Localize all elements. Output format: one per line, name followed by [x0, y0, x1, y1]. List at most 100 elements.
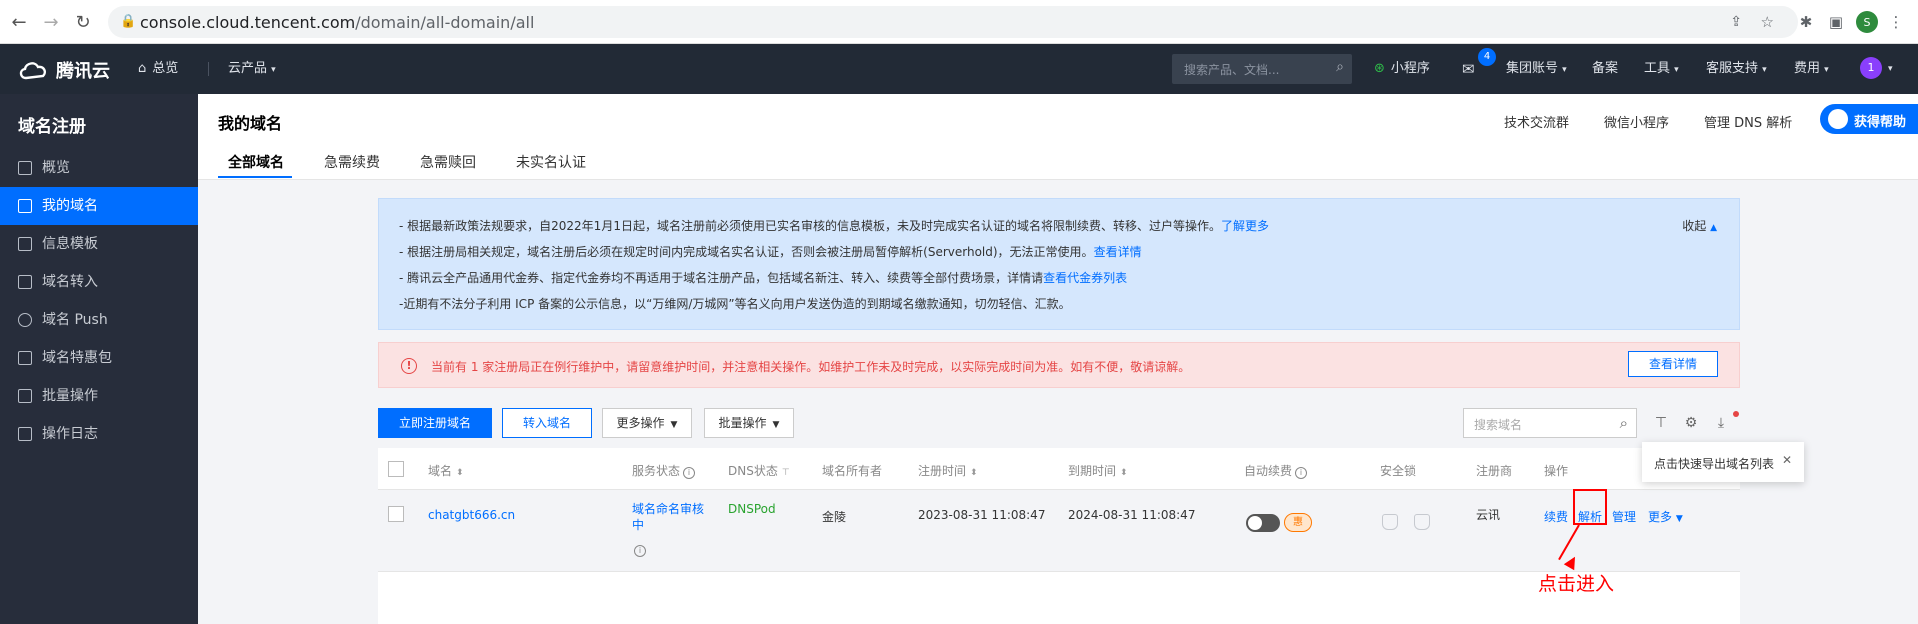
auto-renew-toggle[interactable]: [1246, 514, 1280, 532]
info-icon[interactable]: i: [683, 467, 696, 479]
filter-icon[interactable]: ⊤: [1652, 414, 1670, 432]
collapse-toggle[interactable]: 收起 ▲: [1682, 217, 1717, 234]
active-tab-indicator: [218, 176, 292, 178]
reload-icon[interactable]: ↻: [72, 11, 94, 33]
highlight-box: [1573, 489, 1607, 525]
chevron-up-icon: ▲: [1710, 223, 1717, 233]
sidebar-item-my-domains[interactable]: 我的域名: [0, 187, 198, 225]
service-status-line1[interactable]: 域名命名审核: [632, 500, 704, 517]
nav-products[interactable]: 云产品 ▾: [228, 44, 276, 94]
col-reg-time[interactable]: 注册时间 ⬍: [918, 462, 978, 479]
col-reg-time-label: 注册时间: [918, 464, 967, 478]
renew-action[interactable]: 续费: [1544, 508, 1568, 525]
col-dns-status[interactable]: DNS状态 ⊤: [728, 462, 790, 479]
alert-icon: !: [401, 358, 417, 374]
nav-beian[interactable]: 备案: [1592, 44, 1618, 94]
global-search-input[interactable]: 搜索产品、文档... ⌕: [1172, 54, 1352, 84]
tab-redeem-urgent[interactable]: 急需赎回: [420, 152, 476, 172]
miniprogram-icon: ⊛: [1374, 61, 1385, 76]
manage-action[interactable]: 管理: [1612, 508, 1636, 525]
caret-down-icon: ▼: [1675, 514, 1683, 524]
transfer-domain-button[interactable]: 转入域名: [502, 408, 592, 438]
status-info[interactable]: i: [634, 542, 646, 557]
chevron-down-icon: ▾: [271, 65, 276, 75]
col-exp-time-label: 到期时间: [1068, 464, 1117, 478]
chevron-down-icon: ▾: [1824, 65, 1829, 75]
col-exp-time[interactable]: 到期时间 ⬍: [1068, 462, 1128, 479]
nav-fees[interactable]: 费用 ▾: [1794, 44, 1829, 94]
share-icon[interactable]: ⇪: [1730, 14, 1742, 30]
download-icon[interactable]: ⤓: [1712, 414, 1730, 432]
sidebar-item-packages[interactable]: 域名特惠包: [0, 339, 198, 377]
service-status-line2[interactable]: 中: [632, 516, 644, 533]
lock-icon: 🔒: [120, 14, 137, 29]
select-all-checkbox[interactable]: [388, 461, 404, 477]
user-avatar[interactable]: 1: [1860, 57, 1882, 79]
col-domain-label: 域名: [428, 464, 453, 478]
more-action[interactable]: 更多 ▼: [1648, 508, 1683, 525]
bookmark-star-icon[interactable]: ☆: [1761, 13, 1774, 31]
shield-check-icon[interactable]: [1414, 514, 1430, 530]
brand-logo[interactable]: 腾讯云: [18, 57, 110, 83]
shield-lock-icon[interactable]: [1382, 514, 1398, 530]
mail-icon[interactable]: ✉: [1462, 44, 1475, 94]
tab-unverified[interactable]: 未实名认证: [516, 152, 586, 172]
more-ops-dropdown[interactable]: 更多操作 ▼: [602, 408, 692, 438]
learn-more-link[interactable]: 了解更多: [1221, 219, 1269, 233]
sidepanel-icon[interactable]: ▣: [1826, 12, 1846, 32]
back-icon[interactable]: ←: [8, 11, 30, 33]
info-icon[interactable]: i: [634, 545, 646, 557]
warning-text: 当前有 1 家注册局正在例行维护中，请留意维护时间，并注意相关操作。如维护工作未…: [431, 360, 1191, 374]
grid-icon: [18, 161, 32, 175]
get-help-button[interactable]: 获得帮助: [1820, 104, 1918, 134]
profile-avatar[interactable]: S: [1856, 11, 1878, 33]
sidebar-item-batch[interactable]: 批量操作: [0, 377, 198, 415]
tooltip-text: 点击快速导出域名列表: [1654, 457, 1775, 471]
col-domain[interactable]: 域名 ⬍: [428, 462, 464, 479]
user-chevron-icon[interactable]: ▾: [1888, 44, 1893, 94]
col-actions: 操作: [1544, 464, 1569, 478]
forward-icon[interactable]: →: [40, 11, 62, 33]
settings-gear-icon[interactable]: ⚙: [1682, 414, 1700, 432]
sidebar-item-logs[interactable]: 操作日志: [0, 415, 198, 453]
domain-search-input[interactable]: 搜索域名 ⌕: [1463, 408, 1637, 438]
caret-down-icon: ▼: [670, 420, 678, 430]
nav-fees-label: 费用: [1794, 61, 1821, 76]
search-icon[interactable]: ⌕: [1620, 414, 1628, 432]
sidebar-item-overview[interactable]: 概览: [0, 149, 198, 187]
sidebar-item-label: 域名特惠包: [42, 350, 112, 366]
link-wechat-miniprogram[interactable]: 微信小程序: [1604, 112, 1669, 131]
sidebar-item-transfer-in[interactable]: 域名转入: [0, 263, 198, 301]
menu-dots-icon[interactable]: ⋮: [1886, 12, 1906, 32]
extensions-icon[interactable]: ✱: [1796, 12, 1816, 32]
col-service-status-label: 服务状态: [632, 464, 681, 478]
tab-all-domains[interactable]: 全部域名: [228, 152, 284, 172]
sidebar-item-label: 批量操作: [42, 388, 98, 404]
batch-ops-label: 批量操作: [718, 416, 767, 430]
page-header: 我的域名 全部域名 急需续费 急需赎回 未实名认证 技术交流群 微信小程序 管理…: [198, 94, 1918, 180]
nav-group-account[interactable]: 集团账号 ▾: [1506, 44, 1567, 94]
tab-renew-urgent[interactable]: 急需续费: [324, 152, 380, 172]
sidebar-item-label: 信息模板: [42, 236, 98, 252]
close-icon[interactable]: ✕: [1782, 453, 1792, 467]
sidebar-item-push[interactable]: 域名 Push: [0, 301, 198, 339]
nav-support[interactable]: 客服支持 ▾: [1706, 44, 1767, 94]
link-tech-group[interactable]: 技术交流群: [1504, 112, 1569, 131]
domain-owner: 金陵: [822, 510, 847, 524]
warning-details-button[interactable]: 查看详情: [1628, 351, 1718, 377]
register-domain-button[interactable]: 立即注册域名: [378, 408, 492, 438]
nav-tools[interactable]: 工具 ▾: [1644, 44, 1679, 94]
link-manage-dns[interactable]: 管理 DNS 解析: [1704, 112, 1792, 131]
domain-name-link[interactable]: chatgbt666.cn: [428, 508, 515, 522]
sidebar-item-templates[interactable]: 信息模板: [0, 225, 198, 263]
voucher-list-link[interactable]: 查看代金券列表: [1043, 271, 1127, 285]
info-icon[interactable]: i: [1295, 467, 1308, 479]
search-icon[interactable]: ⌕: [1336, 59, 1344, 75]
nav-overview[interactable]: ⌂ 总览: [138, 44, 178, 94]
address-bar[interactable]: 🔒 console.cloud.tencent.com/domain/all-d…: [108, 6, 1798, 38]
sidebar-item-label: 操作日志: [42, 426, 98, 442]
row-checkbox[interactable]: [388, 506, 404, 522]
batch-ops-dropdown[interactable]: 批量操作 ▼: [704, 408, 794, 438]
view-details-link[interactable]: 查看详情: [1094, 245, 1142, 259]
nav-miniprogram[interactable]: ⊛ 小程序: [1374, 44, 1430, 94]
